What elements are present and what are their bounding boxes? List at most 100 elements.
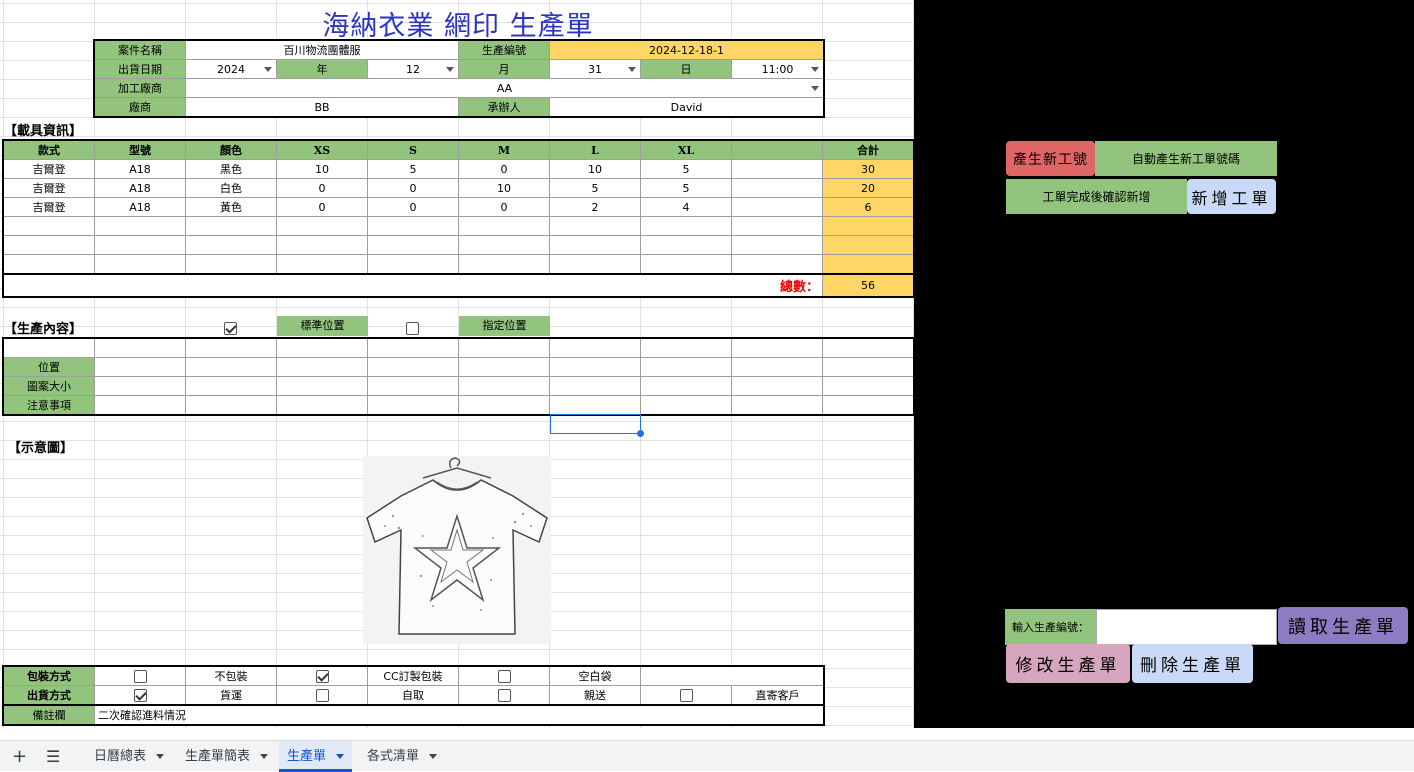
production-cell[interactable] [822, 338, 914, 358]
case-value[interactable]: 百川物流團體服 [185, 40, 459, 60]
carrier-cell[interactable] [3, 235, 95, 255]
carrier-cell[interactable] [731, 197, 823, 217]
carrier-cell[interactable] [458, 235, 550, 255]
production-cell[interactable] [367, 357, 459, 377]
remarks-value[interactable]: 二次確認進料情況 [94, 705, 824, 725]
handler-value[interactable]: David [548, 97, 825, 117]
packing-checkbox[interactable] [276, 666, 368, 686]
carrier-cell[interactable] [822, 254, 914, 274]
tshirt-image[interactable] [363, 456, 551, 644]
packing-checkbox[interactable] [94, 666, 186, 686]
carrier-cell[interactable] [731, 159, 823, 179]
carrier-cell[interactable]: 5 [640, 178, 732, 198]
production-cell[interactable] [185, 395, 277, 415]
carrier-cell[interactable] [185, 216, 277, 236]
production-cell[interactable] [731, 357, 823, 377]
tab-calendar[interactable]: 日曆總表 [86, 741, 172, 772]
tab-production-order[interactable]: 生產單 [279, 741, 353, 772]
carrier-cell[interactable]: 黃色 [185, 197, 277, 217]
vendor-value[interactable]: BB [185, 97, 459, 117]
std-pos-checkbox[interactable] [224, 321, 237, 335]
time-dropdown[interactable]: 11:00 [730, 59, 825, 79]
all-sheets-menu-icon[interactable]: ☰ [38, 741, 68, 772]
production-cell[interactable] [458, 395, 550, 415]
carrier-cell[interactable]: 6 [822, 197, 914, 217]
carrier-cell[interactable]: 30 [822, 159, 914, 179]
generate-new-no-button[interactable]: 產生新工號 [1006, 141, 1095, 176]
production-cell[interactable] [731, 395, 823, 415]
carrier-cell[interactable]: 4 [640, 197, 732, 217]
carrier-cell[interactable] [94, 254, 186, 274]
production-cell[interactable] [822, 395, 914, 415]
carrier-cell[interactable] [549, 235, 641, 255]
production-cell[interactable] [549, 357, 641, 377]
selected-cell[interactable] [550, 414, 641, 434]
month-dropdown[interactable]: 12 [367, 59, 459, 79]
production-cell[interactable] [94, 376, 186, 396]
carrier-cell[interactable]: A18 [94, 159, 186, 179]
production-cell[interactable] [640, 395, 732, 415]
carrier-cell[interactable] [822, 216, 914, 236]
add-work-order-button[interactable]: 新增工單 [1187, 179, 1276, 214]
carrier-cell[interactable] [3, 216, 95, 236]
processor-dropdown[interactable]: AA [184, 78, 825, 98]
carrier-cell[interactable] [731, 178, 823, 198]
carrier-cell[interactable] [367, 216, 459, 236]
shipping-checkbox[interactable] [640, 685, 732, 705]
production-cell[interactable] [94, 338, 186, 358]
tab-lists[interactable]: 各式清單 [359, 741, 445, 772]
custom-pos-checkbox[interactable] [406, 321, 419, 335]
production-cell[interactable] [822, 376, 914, 396]
carrier-cell[interactable]: 吉爾登 [3, 159, 95, 179]
carrier-cell[interactable]: 0 [458, 197, 550, 217]
carrier-cell[interactable] [640, 216, 732, 236]
carrier-cell[interactable] [640, 235, 732, 255]
carrier-cell[interactable]: 10 [458, 178, 550, 198]
production-cell[interactable] [549, 338, 641, 358]
carrier-cell[interactable] [276, 235, 368, 255]
production-cell[interactable] [822, 357, 914, 377]
production-cell[interactable] [640, 357, 732, 377]
production-cell[interactable] [94, 395, 186, 415]
carrier-cell[interactable] [94, 235, 186, 255]
production-cell[interactable] [731, 338, 823, 358]
production-cell[interactable] [276, 395, 368, 415]
shipping-checkbox[interactable] [94, 685, 186, 705]
shipping-checkbox[interactable] [458, 685, 550, 705]
carrier-cell[interactable] [549, 254, 641, 274]
carrier-cell[interactable]: 黑色 [185, 159, 277, 179]
carrier-cell[interactable] [3, 254, 95, 274]
carrier-cell[interactable]: 0 [276, 197, 368, 217]
year-dropdown[interactable]: 2024 [185, 59, 277, 79]
production-cell[interactable] [276, 338, 368, 358]
read-order-button[interactable]: 讀取生產單 [1278, 607, 1408, 644]
carrier-cell[interactable] [276, 216, 368, 236]
carrier-cell[interactable] [640, 254, 732, 274]
carrier-cell[interactable]: 0 [367, 197, 459, 217]
prod-no-value[interactable]: 2024-12-18-1 [548, 40, 825, 60]
production-cell[interactable] [276, 357, 368, 377]
carrier-cell[interactable]: 5 [549, 178, 641, 198]
carrier-cell[interactable] [185, 235, 277, 255]
packing-checkbox[interactable] [458, 666, 550, 686]
production-cell[interactable] [640, 376, 732, 396]
production-cell[interactable] [367, 376, 459, 396]
carrier-cell[interactable]: 吉爾登 [3, 197, 95, 217]
carrier-cell[interactable]: 白色 [185, 178, 277, 198]
carrier-cell[interactable] [822, 235, 914, 255]
tab-order-summary[interactable]: 生產單簡表 [177, 741, 276, 772]
carrier-cell[interactable] [731, 235, 823, 255]
production-cell[interactable] [458, 338, 550, 358]
edit-order-button[interactable]: 修改生產單 [1006, 644, 1130, 683]
carrier-cell[interactable]: 5 [367, 159, 459, 179]
production-cell[interactable] [185, 357, 277, 377]
carrier-cell[interactable] [185, 254, 277, 274]
carrier-cell[interactable]: A18 [94, 178, 186, 198]
carrier-cell[interactable]: 2 [549, 197, 641, 217]
carrier-cell[interactable]: 吉爾登 [3, 178, 95, 198]
carrier-cell[interactable] [367, 254, 459, 274]
production-cell[interactable] [640, 338, 732, 358]
shipping-checkbox[interactable] [276, 685, 368, 705]
production-cell[interactable] [185, 376, 277, 396]
production-cell[interactable] [458, 376, 550, 396]
